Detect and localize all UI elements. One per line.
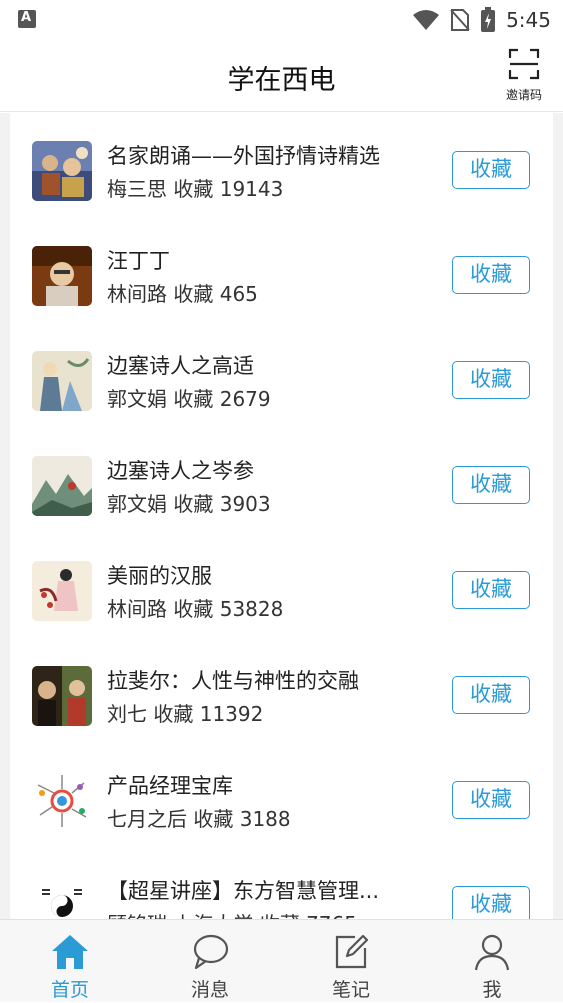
profile-icon: [474, 934, 510, 971]
course-meta: 郭文娟 收藏 2679: [107, 387, 271, 411]
tab-home[interactable]: 首页: [0, 920, 140, 1003]
course-thumbnail: [32, 246, 92, 306]
page-title: 学在西电: [227, 65, 336, 96]
course-title: 美丽的汉服: [107, 564, 212, 588]
bottom-tab-bar: 首页 消息 笔记 我: [0, 919, 563, 1002]
status-bar: 5:45: [0, 0, 563, 40]
invite-code-label: 邀请码: [505, 88, 542, 102]
course-meta: 林间路 收藏 53828: [107, 597, 284, 621]
message-icon: [193, 934, 229, 970]
list-item[interactable]: 汪丁丁 林间路 收藏 465 收藏: [10, 218, 553, 323]
favorite-button[interactable]: 收藏: [452, 886, 530, 919]
course-thumbnail: [32, 561, 92, 621]
no-sim-icon: [450, 9, 470, 31]
favorite-button[interactable]: 收藏: [452, 571, 530, 609]
course-meta: 梅三思 收藏 19143: [107, 177, 284, 201]
tab-home-label: 首页: [50, 979, 89, 1001]
course-meta: 郭文娟 收藏 3903: [107, 492, 271, 516]
course-thumbnail: [32, 771, 92, 831]
battery-charging-icon: [481, 7, 496, 32]
scan-icon: [508, 48, 540, 80]
favorite-button[interactable]: 收藏: [452, 256, 530, 294]
list-item[interactable]: 【超星讲座】东方智慧管理... 顾铭瑞 上海大学 收藏 7765 收藏: [10, 848, 553, 919]
tab-messages[interactable]: 消息: [140, 920, 280, 1003]
status-time: 5:45: [506, 8, 551, 32]
list-item[interactable]: 名家朗诵——外国抒情诗精选 梅三思 收藏 19143 收藏: [10, 113, 553, 218]
tab-notes-label: 笔记: [331, 979, 370, 1001]
course-thumbnail: [32, 666, 92, 726]
status-icons: 5:45: [412, 6, 551, 34]
tab-me[interactable]: 我: [422, 920, 562, 1003]
favorite-button[interactable]: 收藏: [452, 781, 530, 819]
invite-code-button[interactable]: 邀请码: [499, 48, 549, 103]
favorite-button[interactable]: 收藏: [452, 361, 530, 399]
course-title: 产品经理宝库: [107, 774, 233, 798]
notification-icon: [18, 10, 36, 28]
wifi-icon: [413, 10, 440, 30]
course-title: 【超星讲座】东方智慧管理...: [107, 879, 380, 903]
course-thumbnail: [32, 351, 92, 411]
app-header: 学在西电 邀请码: [0, 40, 563, 112]
course-list[interactable]: 名家朗诵——外国抒情诗精选 梅三思 收藏 19143 收藏 汪丁丁 林间路 收藏…: [10, 113, 553, 919]
course-title: 边塞诗人之高适: [107, 354, 254, 378]
list-item[interactable]: 美丽的汉服 林间路 收藏 53828 收藏: [10, 533, 553, 638]
course-title: 边塞诗人之岑参: [107, 459, 254, 483]
favorite-button[interactable]: 收藏: [452, 676, 530, 714]
tab-me-label: 我: [482, 979, 502, 1001]
tab-notes[interactable]: 笔记: [281, 920, 421, 1003]
course-thumbnail: [32, 876, 92, 919]
course-meta: 刘七 收藏 11392: [107, 702, 264, 726]
note-icon: [335, 934, 369, 969]
course-title: 拉斐尔：人性与神性的交融: [107, 669, 359, 693]
favorite-button[interactable]: 收藏: [452, 466, 530, 504]
list-item[interactable]: 边塞诗人之高适 郭文娟 收藏 2679 收藏: [10, 323, 553, 428]
course-title: 汪丁丁: [107, 249, 170, 273]
course-title: 名家朗诵——外国抒情诗精选: [107, 144, 380, 168]
course-thumbnail: [32, 456, 92, 516]
course-meta: 七月之后 收藏 3188: [107, 807, 291, 831]
home-icon: [52, 935, 88, 969]
tab-messages-label: 消息: [190, 979, 229, 1001]
list-item[interactable]: 拉斐尔：人性与神性的交融 刘七 收藏 11392 收藏: [10, 638, 553, 743]
course-meta: 林间路 收藏 465: [107, 282, 258, 306]
list-item[interactable]: 边塞诗人之岑参 郭文娟 收藏 3903 收藏: [10, 428, 553, 533]
favorite-button[interactable]: 收藏: [452, 151, 530, 189]
list-item[interactable]: 产品经理宝库 七月之后 收藏 3188 收藏: [10, 743, 553, 848]
course-thumbnail: [32, 141, 92, 201]
course-meta: 顾铭瑞 上海大学 收藏 7765: [107, 908, 357, 919]
